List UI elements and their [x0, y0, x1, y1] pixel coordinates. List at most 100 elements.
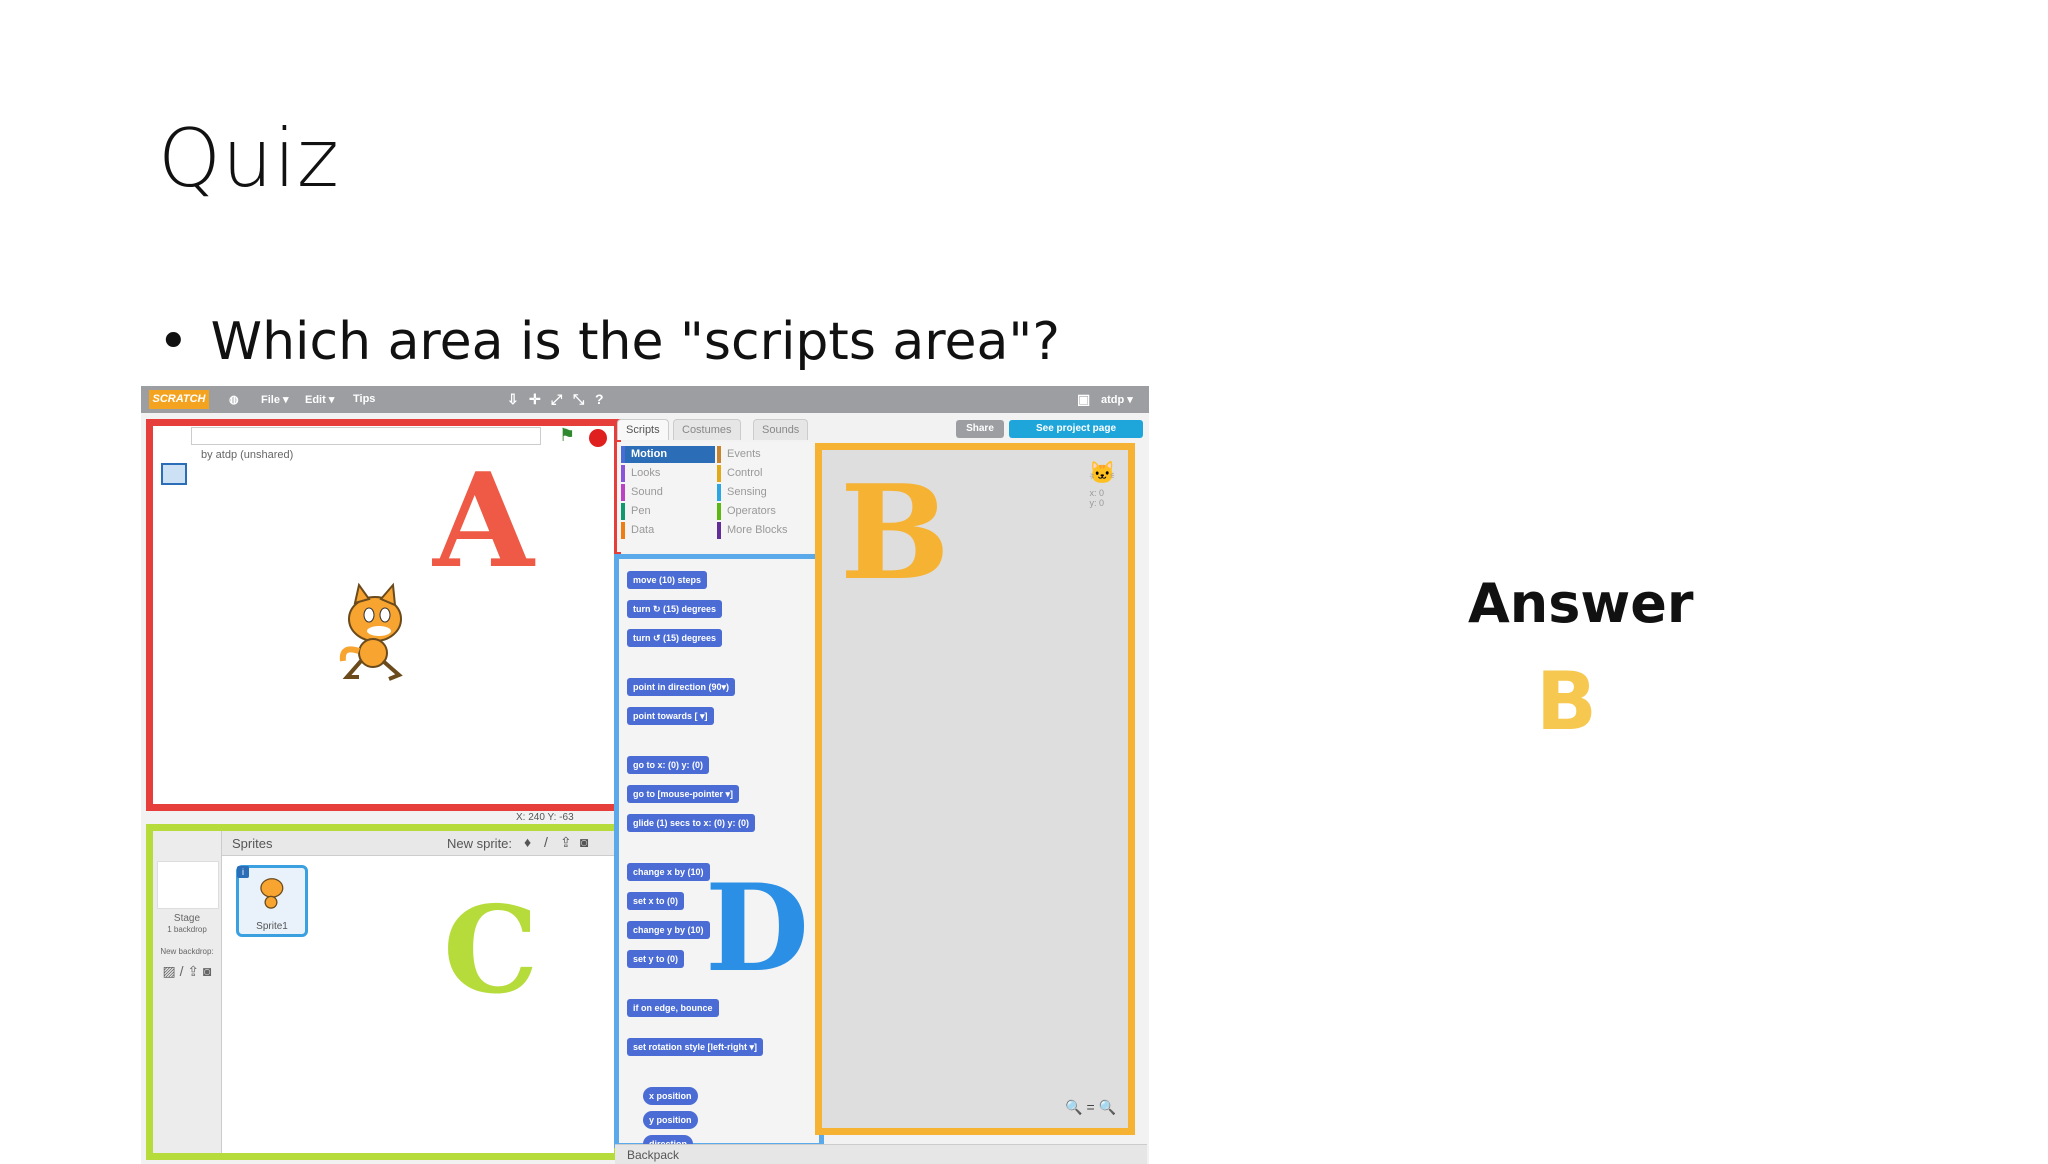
question-text: Which area is the "scripts area"? [210, 312, 1060, 372]
control-color-bar [717, 465, 721, 482]
paint-backdrop-icon[interactable]: ▨ [163, 963, 176, 979]
new-sprite-label: New sprite: [447, 836, 513, 851]
block-glide[interactable]: glide (1) secs to x: (0) y: (0) [627, 814, 756, 832]
stage-header: by atdp (unshared) ⚑ [149, 423, 619, 485]
menu-file[interactable]: File ▾ [261, 393, 289, 406]
bullet-dot: • [158, 312, 189, 372]
sprites-area-c[interactable]: Stage 1 backdrop New backdrop: ▨ / ⇪ ◙ S… [146, 824, 621, 1160]
category-looks[interactable]: Looks [621, 465, 715, 482]
slide-title: Quiz [158, 112, 340, 205]
current-sprite-icon: 🐱 [1088, 460, 1116, 485]
cut-icon[interactable]: ✛ [529, 391, 541, 408]
brush-icon[interactable]: / [180, 963, 184, 979]
sound-color-bar [621, 484, 625, 501]
zoom-reset-icon[interactable]: = [1086, 1099, 1094, 1115]
block-point-towards[interactable]: point towards [ ▾] [627, 707, 714, 725]
paint-sprite-icon[interactable]: / [544, 834, 548, 850]
stage-label: Stage [173, 913, 201, 924]
reporter-y-position[interactable]: y position [643, 1111, 698, 1129]
block-categories: Motion Looks Sound Pen Data Events Contr… [617, 442, 813, 552]
project-title-input[interactable] [191, 427, 541, 445]
info-icon[interactable]: i [237, 866, 249, 878]
block-palette-area-d[interactable]: move (10) steps turn ↻ (15) degrees turn… [614, 554, 824, 1153]
sprite-cat-icon[interactable] [333, 581, 413, 681]
see-project-page-button[interactable]: See project page [1009, 420, 1143, 438]
area-label-b: B [840, 456, 950, 609]
motion-color-bar [621, 446, 625, 463]
block-change-y[interactable]: change y by (10) [627, 921, 710, 939]
category-events[interactable]: Events [717, 446, 811, 463]
block-rotation-style[interactable]: set rotation style [left-right ▾] [627, 1038, 764, 1056]
zoom-out-icon[interactable]: 🔍 [1065, 1099, 1082, 1115]
scripts-area-b[interactable]: B 🐱 x: 0 y: 0 🔍 = 🔍 [815, 443, 1135, 1135]
category-sound[interactable]: Sound [621, 484, 715, 501]
area-label-a: A [433, 444, 534, 597]
category-pen[interactable]: Pen [621, 503, 715, 520]
block-change-x[interactable]: change x by (10) [627, 863, 710, 881]
reporter-x-position[interactable]: x position [643, 1087, 698, 1105]
camera-sprite-icon[interactable]: ◙ [580, 834, 588, 850]
category-data[interactable]: Data [621, 522, 715, 539]
stop-sign-icon[interactable] [589, 429, 607, 447]
block-move[interactable]: move (10) steps [627, 571, 708, 589]
looks-color-bar [621, 465, 625, 482]
scratch-logo[interactable]: SCRATCH [149, 390, 209, 409]
block-point-direction[interactable]: point in direction (90▾) [627, 678, 736, 696]
block-go-to-xy[interactable]: go to x: (0) y: (0) [627, 756, 709, 774]
block-go-to[interactable]: go to [mouse-pointer ▾] [627, 785, 740, 803]
category-motion[interactable]: Motion [621, 446, 715, 463]
stage-mode-icon[interactable] [161, 463, 187, 485]
help-icon[interactable]: ? [595, 391, 604, 407]
backpack-bar[interactable]: Backpack [615, 1144, 1147, 1164]
share-button[interactable]: Share [956, 420, 1004, 438]
area-label-d: D [705, 858, 810, 999]
pen-color-bar [621, 503, 625, 520]
sprite-x-readout: x: 0 [1089, 488, 1104, 498]
category-more-blocks[interactable]: More Blocks [717, 522, 811, 539]
stage-thumbnail[interactable] [157, 861, 219, 909]
green-flag-icon[interactable]: ⚑ [559, 425, 575, 446]
data-color-bar [621, 522, 625, 539]
duplicate-icon[interactable]: ⇩ [507, 391, 519, 408]
stage-coordinates: X: 240 Y: -63 [516, 812, 574, 823]
events-color-bar [717, 446, 721, 463]
upload-icon[interactable]: ⇪ [187, 963, 199, 979]
area-label-c: C [443, 880, 539, 1021]
category-operators[interactable]: Operators [717, 503, 811, 520]
new-backdrop-label: New backdrop: [160, 947, 214, 956]
block-bounce[interactable]: if on edge, bounce [627, 999, 719, 1017]
question-bullet: • Which area is the "scripts area"? [158, 312, 1060, 372]
block-turn-right[interactable]: turn ↻ (15) degrees [627, 600, 723, 618]
globe-icon[interactable]: ◍ [229, 393, 239, 406]
block-turn-left[interactable]: turn ↺ (15) degrees [627, 629, 723, 647]
grow-icon[interactable]: ⤢ [551, 391, 562, 408]
zoom-in-icon[interactable]: 🔍 [1099, 1099, 1116, 1115]
sprite-y-readout: y: 0 [1089, 498, 1104, 508]
answer-label: Answer [1468, 572, 1694, 635]
sensing-color-bar [717, 484, 721, 501]
sprites-label: Sprites [232, 836, 273, 851]
sprite1-thumbnail[interactable]: i Sprite1 [236, 865, 308, 937]
user-menu[interactable]: atdp ▾ [1101, 393, 1133, 406]
tab-costumes[interactable]: Costumes [673, 419, 741, 440]
menu-edit[interactable]: Edit ▾ [305, 393, 334, 406]
stage-area-a[interactable]: A [146, 419, 621, 811]
block-set-x[interactable]: set x to (0) [627, 892, 685, 910]
tab-sounds[interactable]: Sounds [753, 419, 809, 440]
upload-sprite-icon[interactable]: ⇪ [560, 834, 572, 851]
sprite-name: Sprite1 [256, 921, 288, 932]
zoom-controls: 🔍 = 🔍 [1065, 1099, 1116, 1116]
sprite-library-icon[interactable]: ♦ [524, 834, 531, 850]
category-sensing[interactable]: Sensing [717, 484, 811, 501]
menu-bar: SCRATCH ◍ File ▾ Edit ▾ Tips ⇩ ✛ ⤢ ⤡ ? ▣… [141, 386, 1149, 413]
tab-scripts[interactable]: Scripts [617, 419, 669, 440]
menu-tips[interactable]: Tips [353, 393, 375, 405]
sprite-xy-readout: x: 0 y: 0 [1089, 488, 1104, 508]
block-set-y[interactable]: set y to (0) [627, 950, 685, 968]
stage-backdrop-count: 1 backdrop [167, 925, 207, 934]
folder-icon[interactable]: ▣ [1077, 391, 1090, 408]
category-control[interactable]: Control [717, 465, 811, 482]
camera-icon[interactable]: ◙ [203, 963, 211, 979]
sprite-thumb-cat-icon [260, 878, 284, 909]
shrink-icon[interactable]: ⤡ [573, 391, 584, 408]
